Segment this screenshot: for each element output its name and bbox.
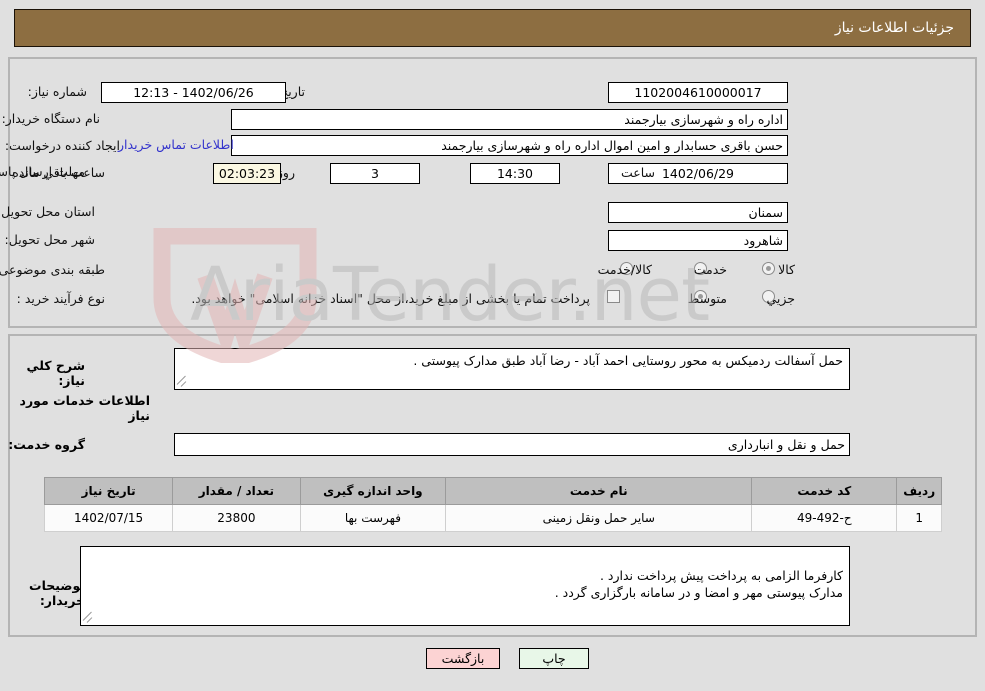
treasury-checkbox[interactable] <box>607 290 620 303</box>
page-header: جزئیات اطلاعات نیاز <box>14 9 971 47</box>
need-number-label: شماره نیاز: <box>27 84 87 99</box>
radio-category-kala-label: کالا <box>778 262 795 277</box>
table-header-row: ردیف کد خدمت نام خدمت واحد اندازه گیری ت… <box>43 477 942 505</box>
need-number-value: 1102004610000017 <box>608 82 788 103</box>
time-label: ساعت <box>620 165 655 180</box>
general-desc-label: شرح کلي نیاز: <box>26 358 85 388</box>
buyer-notes-value[interactable]: کارفرما الزامی به پرداخت پیش پرداخت ندار… <box>80 546 850 626</box>
countdown-value: 02:03:23 <box>213 163 281 184</box>
th-code: کد خدمت <box>751 477 898 505</box>
cell-qty: 23800 <box>172 504 301 532</box>
days-value: 3 <box>330 163 420 184</box>
table-row: 1 ح-492-49 سایر حمل ونقل زمینی فهرست بها… <box>43 504 942 532</box>
th-qty: تعداد / مقدار <box>172 477 301 505</box>
cell-unit: فهرست بها <box>299 504 447 532</box>
back-button[interactable]: بازگشت <box>426 648 500 669</box>
resize-grip-icon[interactable] <box>176 375 189 388</box>
radio-process-jozee-label: جزیي <box>766 291 795 306</box>
buyer-notes-label: توضیحات خریدار: <box>29 578 85 608</box>
category-label: طبقه بندی موضوعی: <box>0 262 105 277</box>
buyer-contact-link[interactable]: اطلاعات تماس خریدار <box>118 137 234 152</box>
process-label: نوع فرآیند خرید : <box>16 291 105 306</box>
city-label: شهر محل تحویل: <box>4 232 95 247</box>
creator-value: حسن باقری حسابدار و امین اموال اداره راه… <box>231 135 788 156</box>
radio-category-kala-khedmat-label: کالا/خدمت <box>597 262 652 277</box>
radio-category-kala[interactable] <box>762 262 775 275</box>
buyer-org-value: اداره راه و شهرسازی بیارجمند <box>231 109 788 130</box>
city-value: شاهرود <box>608 230 788 251</box>
services-table: ردیف کد خدمت نام خدمت واحد اندازه گیری ت… <box>43 477 942 532</box>
treasury-checkbox-label: پرداخت تمام یا بخشی از مبلغ خرید،از محل … <box>191 291 590 306</box>
cell-name: سایر حمل ونقل زمینی <box>445 504 753 532</box>
resize-grip-icon[interactable] <box>82 611 95 624</box>
services-info-title: اطلاعات خدمات مورد نیاز <box>19 393 150 423</box>
province-label: استان محل تحویل: <box>0 204 95 219</box>
service-group-label: گروه خدمت: <box>8 437 85 452</box>
th-name: نام خدمت <box>445 477 753 505</box>
service-group-value: حمل و نقل و انبارداری <box>174 433 850 456</box>
buyer-org-label: نام دستگاه خریدار: <box>1 111 100 126</box>
remaining-label: ساعت باقي مانده <box>12 165 105 180</box>
cell-date: 1402/07/15 <box>43 504 174 532</box>
cell-row: 1 <box>896 504 942 532</box>
th-row: ردیف <box>896 477 942 505</box>
print-button[interactable]: چاپ <box>519 648 589 669</box>
public-announce-value: 1402/06/26 - 12:13 <box>101 82 286 103</box>
general-desc-value[interactable]: حمل آسفالت ردمیکس به محور روستایی احمد آ… <box>174 348 850 390</box>
creator-label: ایجاد کننده درخواست: <box>4 138 120 153</box>
radio-category-khedmat-label: خدمت <box>693 262 727 277</box>
th-date: تاریخ نیاز <box>43 477 174 505</box>
province-value: سمنان <box>608 202 788 223</box>
radio-process-motevaset-label: متوسط <box>687 291 727 306</box>
page-title: جزئیات اطلاعات نیاز <box>834 20 954 36</box>
general-desc-text: حمل آسفالت ردمیکس به محور روستایی احمد آ… <box>413 353 843 368</box>
time-value: 14:30 <box>470 163 560 184</box>
cell-code: ح-492-49 <box>751 504 898 532</box>
buyer-notes-text: کارفرما الزامی به پرداخت پیش پرداخت ندار… <box>554 568 843 600</box>
th-unit: واحد اندازه گیری <box>299 477 447 505</box>
